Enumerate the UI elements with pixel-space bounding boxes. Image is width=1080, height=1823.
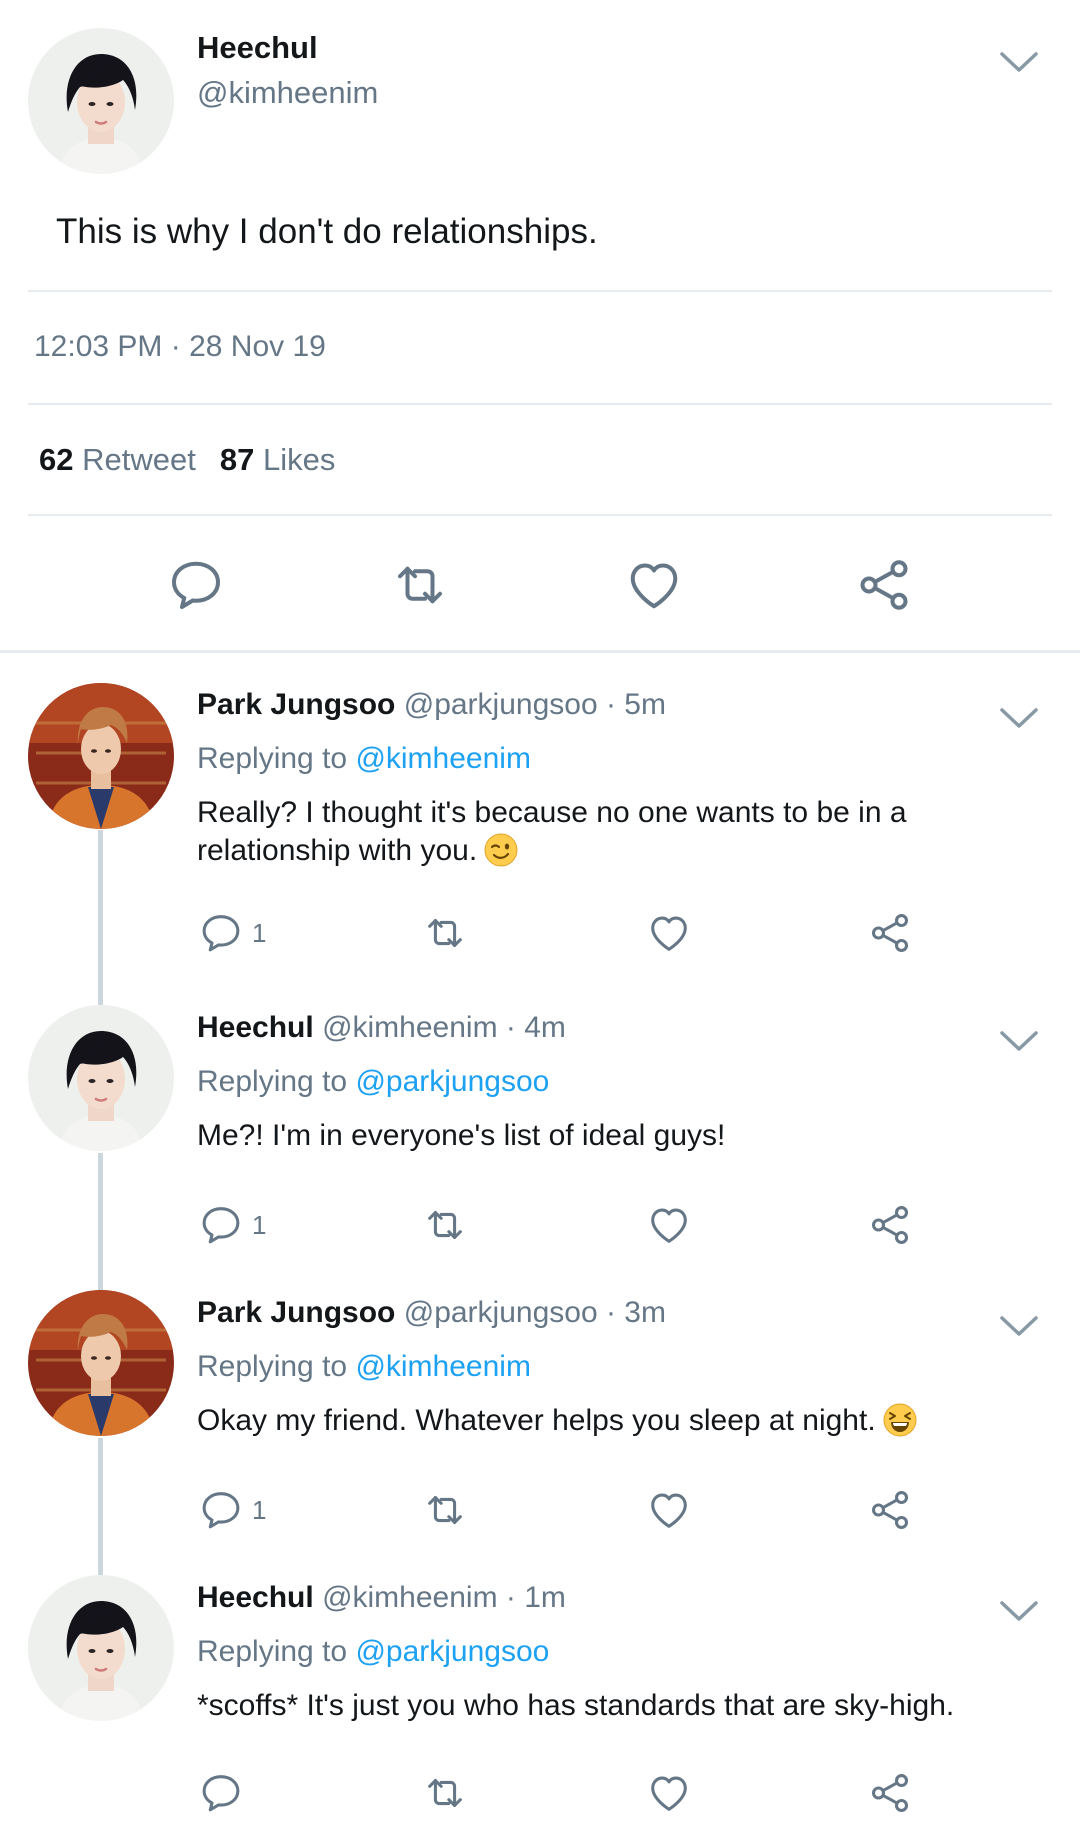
reply-count: 1 [252, 1209, 267, 1240]
thread-line [98, 1153, 103, 1290]
divider [28, 290, 1052, 292]
reply-header: Park Jungsoo @parkjungsoo · 5m [197, 688, 666, 722]
share-icon [867, 1202, 913, 1248]
like-button[interactable] [646, 1487, 692, 1533]
retweet-icon [422, 1770, 468, 1816]
share-icon [867, 1770, 913, 1816]
share-icon [867, 1487, 913, 1533]
reply-meta: @kimheenim · 1m [322, 1581, 566, 1614]
replying-to: Replying to @kimheenim [197, 742, 531, 775]
replying-to: Replying to @parkjungsoo [197, 1635, 550, 1668]
avatar-park-jungsoo[interactable] [28, 1290, 174, 1436]
share-button[interactable] [867, 1202, 913, 1248]
retweet-button[interactable] [422, 910, 468, 956]
reply-author-name[interactable]: Park Jungsoo [197, 1296, 395, 1329]
avatar-heechul[interactable] [28, 28, 174, 174]
like-button[interactable] [646, 1202, 692, 1248]
reply-icon [198, 1487, 244, 1533]
like-button[interactable] [646, 910, 692, 956]
replying-to: Replying to @parkjungsoo [197, 1065, 550, 1098]
reply-author-name[interactable]: Heechul [197, 1011, 314, 1044]
mention-link[interactable]: @kimheenim [355, 1350, 531, 1383]
reply-text: *scoffs* It's just you who has standards… [197, 1689, 955, 1722]
reply-button[interactable] [198, 1770, 244, 1816]
divider [28, 514, 1052, 516]
retweet-button[interactable] [422, 1202, 468, 1248]
share-button[interactable] [867, 1487, 913, 1533]
mention-link[interactable]: @kimheenim [355, 742, 531, 775]
chevron-down-icon[interactable] [999, 706, 1039, 730]
reply-count: 1 [252, 917, 267, 948]
share-button[interactable] [867, 1770, 913, 1816]
reply-header: Heechul @kimheenim · 1m [197, 1581, 566, 1615]
reply-icon [198, 1770, 244, 1816]
reply-header: Park Jungsoo @parkjungsoo · 3m [197, 1296, 666, 1330]
retweet-button[interactable] [422, 1770, 468, 1816]
like-button[interactable] [624, 555, 684, 615]
retweet-button[interactable] [422, 1487, 468, 1533]
avatar-park-jungsoo[interactable] [28, 683, 174, 829]
author-handle[interactable]: @kimheenim [197, 75, 378, 111]
reply-text: Really? I thought it's because no one wa… [197, 796, 907, 868]
chevron-down-icon[interactable] [999, 1029, 1039, 1053]
winking-face-icon [483, 832, 519, 868]
chevron-down-icon[interactable] [999, 1314, 1039, 1338]
retweet-icon [422, 1202, 468, 1248]
share-button[interactable] [854, 555, 914, 615]
like-icon [646, 1202, 692, 1248]
replying-to: Replying to @kimheenim [197, 1350, 531, 1383]
retweet-button[interactable] [390, 555, 450, 615]
grinning-squinting-face-icon [882, 1402, 918, 1438]
reply-meta: @parkjungsoo · 3m [403, 1296, 666, 1329]
mention-link[interactable]: @parkjungsoo [355, 1065, 549, 1098]
reply-author-name[interactable]: Park Jungsoo [197, 688, 395, 721]
reply-icon [198, 1202, 244, 1248]
reply-count: 1 [252, 1494, 267, 1525]
chevron-down-icon[interactable] [999, 50, 1039, 74]
retweet-icon [422, 1487, 468, 1533]
chevron-down-icon[interactable] [999, 1599, 1039, 1623]
reply-meta: @kimheenim · 4m [322, 1011, 566, 1044]
reply-button[interactable]: 1 [198, 1202, 266, 1248]
thread-line [98, 1438, 103, 1575]
mention-link[interactable]: @parkjungsoo [355, 1635, 549, 1668]
like-icon [624, 555, 684, 615]
section-separator [0, 650, 1080, 653]
share-button[interactable] [867, 910, 913, 956]
retweet-icon [390, 555, 450, 615]
share-icon [854, 555, 914, 615]
reply-meta: @parkjungsoo · 5m [403, 688, 666, 721]
reply-author-name[interactable]: Heechul [197, 1581, 314, 1614]
like-icon [646, 1770, 692, 1816]
avatar-heechul[interactable] [28, 1005, 174, 1151]
divider [28, 403, 1052, 405]
likes-stat[interactable]: 87 Likes [220, 442, 335, 477]
like-icon [646, 910, 692, 956]
tweet-timestamp: 12:03 PM · 28 Nov 19 [34, 330, 326, 363]
reply-icon [198, 910, 244, 956]
reply-button[interactable]: 1 [198, 1487, 266, 1533]
reply-button[interactable] [166, 555, 226, 615]
like-icon [646, 1487, 692, 1533]
author-name[interactable]: Heechul [197, 30, 318, 66]
like-button[interactable] [646, 1770, 692, 1816]
avatar-heechul[interactable] [28, 1575, 174, 1721]
share-icon [867, 910, 913, 956]
reply-text: Okay my friend. Whatever helps you sleep… [197, 1402, 1027, 1440]
thread-line [98, 830, 103, 1005]
reply-icon [166, 555, 226, 615]
reply-text: Me?! I'm in everyone's list of ideal guy… [197, 1119, 726, 1152]
reply-header: Heechul @kimheenim · 4m [197, 1011, 566, 1045]
reply-button[interactable]: 1 [198, 910, 266, 956]
tweet-text: This is why I don't do relationships. [56, 212, 598, 251]
tweet-stats: 62 Retweet 87 Likes [39, 442, 335, 478]
retweet-icon [422, 910, 468, 956]
retweet-stat[interactable]: 62 Retweet [39, 442, 196, 477]
